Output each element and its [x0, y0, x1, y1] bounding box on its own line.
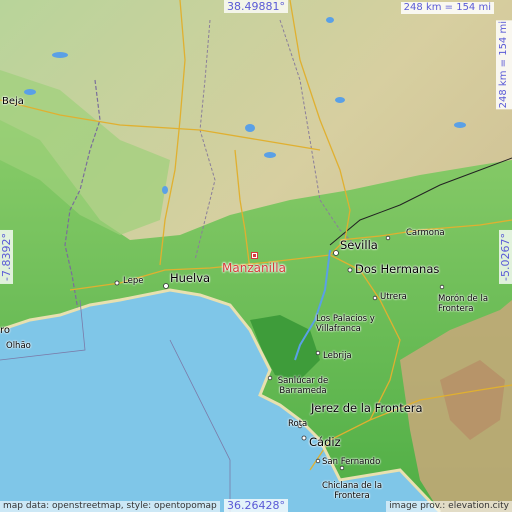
place-label-los-palacios: Los Palacios y Villafranca: [316, 314, 375, 335]
place-label-lebrija: Lebrija: [323, 351, 352, 361]
place-label-moron: Morón de la Frontera: [438, 294, 489, 315]
place-label-carmona: Carmona: [406, 228, 445, 238]
horizontal-scale-label: 248 km = 154 mi: [400, 2, 494, 14]
place-label-chiclana: Chiclana de la Frontera: [321, 481, 383, 502]
place-label-beja: Beja: [2, 96, 24, 107]
place-label-cadiz: Cádiz: [309, 435, 341, 449]
place-label-sevilla: Sevilla: [340, 238, 378, 252]
place-label-sanlucar: Sanlúcar de Barrameda: [277, 376, 329, 397]
place-label-dos-hermanas: Dos Hermanas: [355, 262, 440, 276]
place-label-manzanilla: Manzanilla: [222, 261, 286, 275]
map-canvas[interactable]: 38.49881° 36.26428° -7.8392° -5.0267° 24…: [0, 0, 512, 512]
place-label-san-fernando: San Fernando: [322, 457, 381, 467]
place-label-jerez: Jerez de la Frontera: [311, 401, 423, 415]
location-marker-icon[interactable]: [251, 252, 258, 259]
right-longitude-label: -5.0267°: [499, 230, 512, 284]
attribution-map-data: map data: openstreetmap, style: opentopo…: [0, 501, 220, 512]
place-label-rota: Rota: [288, 419, 308, 429]
place-label-faro: ro: [0, 325, 11, 336]
place-label-huelva: Huelva: [170, 271, 211, 285]
attribution-image-provider: image prov.: elevation.city: [386, 501, 512, 512]
bottom-latitude-label: 36.26428°: [224, 499, 288, 512]
place-label-lepe: Lepe: [123, 276, 144, 286]
top-latitude-label: 38.49881°: [224, 0, 288, 13]
place-label-utrera: Utrera: [380, 292, 407, 302]
place-label-olhao: Olhão: [6, 341, 31, 351]
left-longitude-label: -7.8392°: [0, 230, 13, 284]
vertical-scale-label: 248 km = 154 mi: [496, 20, 512, 110]
